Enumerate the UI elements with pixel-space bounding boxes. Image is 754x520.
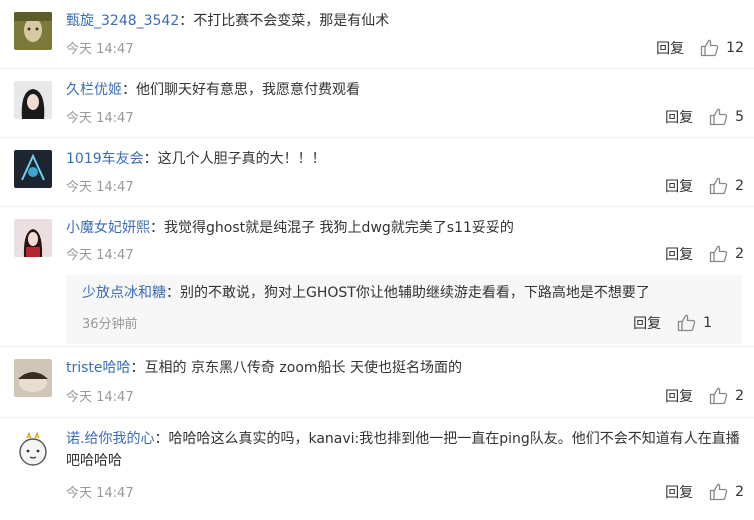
- comment-item: 1019车友会：这几个人胆子真的大！！！ 今天 14:47 回复 2: [0, 138, 754, 207]
- reply-button[interactable]: 回复: [665, 482, 693, 502]
- separator: ：: [130, 360, 145, 376]
- comment-actions: 回复 12: [656, 38, 744, 58]
- like-count: 12: [726, 40, 744, 56]
- separator: ：: [122, 82, 136, 98]
- timestamp: 今天 14:47: [66, 390, 134, 405]
- like-count: 2: [735, 246, 744, 262]
- username-link[interactable]: 久栏优姬: [66, 82, 122, 98]
- comment-actions: 回复 2: [665, 482, 744, 502]
- thumbs-up-icon: [700, 39, 720, 57]
- thumbs-up-icon: [709, 245, 729, 263]
- username-link[interactable]: triste哈哈: [66, 360, 131, 376]
- comment-item: 诺.给你我的心：哈哈哈这么真实的吗，kanavi:我也排到他一把一直在ping队…: [0, 418, 754, 520]
- sub-reply: 少放点冰和糖：别的不敢说，狗对上GHOST你让他辅助继续游走看看，下路高地是不想…: [66, 275, 742, 344]
- username-link[interactable]: 少放点冰和糖: [82, 285, 166, 301]
- separator: ：: [179, 13, 194, 29]
- comment-body: 诺.给你我的心：哈哈哈这么真实的吗，kanavi:我也排到他一把一直在ping队…: [66, 428, 742, 472]
- like-button[interactable]: 1: [677, 314, 712, 332]
- comment-item: 小魔女妃妍熙：我觉得ghost就是纯混子 我狗上dwg就完美了s11妥妥的 今天…: [0, 207, 754, 347]
- reply-button[interactable]: 回复: [633, 313, 661, 333]
- like-count: 1: [703, 315, 712, 331]
- like-count: 2: [735, 484, 744, 500]
- reply-button[interactable]: 回复: [665, 386, 693, 406]
- username-link[interactable]: 小魔女妃妍熙: [66, 220, 150, 236]
- comment-item: 久栏优姬：他们聊天好有意思，我愿意付费观看 今天 14:47 回复 5: [0, 69, 754, 138]
- like-button[interactable]: 5: [709, 108, 744, 126]
- comment-actions: 回复 5: [665, 107, 744, 127]
- comment-text: 哈哈哈这么真实的吗，kanavi:我也排到他一把一直在ping队友。他们不会不知…: [66, 431, 740, 469]
- separator: ：: [150, 220, 164, 236]
- reply-button[interactable]: 回复: [665, 244, 693, 264]
- reply-button[interactable]: 回复: [665, 107, 693, 127]
- comment-text: 他们聊天好有意思，我愿意付费观看: [136, 82, 360, 98]
- comment-text: 这几个人胆子真的大！！！: [157, 151, 326, 167]
- username-link[interactable]: 诺.给你我的心: [66, 431, 154, 447]
- timestamp: 今天 14:47: [66, 486, 134, 501]
- like-count: 2: [735, 178, 744, 194]
- comment-actions: 回复 2: [665, 176, 744, 196]
- timestamp: 今天 14:47: [66, 248, 134, 263]
- comment-body: 久栏优姬：他们聊天好有意思，我愿意付费观看: [66, 79, 742, 101]
- avatar[interactable]: [14, 12, 52, 50]
- avatar[interactable]: [14, 219, 52, 257]
- username-link[interactable]: 1019车友会: [66, 151, 144, 167]
- thumbs-up-icon: [709, 387, 729, 405]
- separator: ：: [154, 431, 169, 447]
- sub-reply-body: 少放点冰和糖：别的不敢说，狗对上GHOST你让他辅助继续游走看看，下路高地是不想…: [82, 282, 730, 304]
- timestamp: 36分钟前: [82, 317, 138, 332]
- like-button[interactable]: 2: [709, 387, 744, 405]
- thumbs-up-icon: [677, 314, 697, 332]
- timestamp: 今天 14:47: [66, 42, 134, 57]
- like-button[interactable]: 2: [709, 483, 744, 501]
- like-button[interactable]: 2: [709, 177, 744, 195]
- comment-text: 互相的 京东黑八传奇 zoom船长 天使也挺名场面的: [144, 360, 462, 376]
- reply-button[interactable]: 回复: [656, 38, 684, 58]
- avatar[interactable]: [14, 150, 52, 188]
- username-link[interactable]: 甄旋_3248_3542: [66, 13, 179, 29]
- separator: ：: [166, 285, 180, 301]
- thumbs-up-icon: [709, 177, 729, 195]
- comment-actions: 回复 2: [665, 386, 744, 406]
- timestamp: 今天 14:47: [66, 180, 134, 195]
- like-button[interactable]: 12: [700, 39, 744, 57]
- avatar[interactable]: [14, 81, 52, 119]
- thumbs-up-icon: [709, 483, 729, 501]
- like-count: 5: [735, 109, 744, 125]
- like-count: 2: [735, 388, 744, 404]
- sub-reply-text: 别的不敢说，狗对上GHOST你让他辅助继续游走看看，下路高地是不想要了: [180, 285, 650, 301]
- comment-item: triste哈哈：互相的 京东黑八传奇 zoom船长 天使也挺名场面的 今天 1…: [0, 347, 754, 418]
- comment-list: 甄旋_3248_3542：不打比赛不会变菜，那是有仙术 今天 14:47 回复 …: [0, 0, 754, 520]
- comment-body: 1019车友会：这几个人胆子真的大！！！: [66, 148, 742, 170]
- comment-body: triste哈哈：互相的 京东黑八传奇 zoom船长 天使也挺名场面的: [66, 357, 742, 379]
- comment-text: 不打比赛不会变菜，那是有仙术: [193, 13, 390, 29]
- comment-body: 甄旋_3248_3542：不打比赛不会变菜，那是有仙术: [66, 10, 742, 32]
- separator: ：: [143, 151, 158, 167]
- comment-item: 甄旋_3248_3542：不打比赛不会变菜，那是有仙术 今天 14:47 回复 …: [0, 0, 754, 69]
- comment-actions: 回复 2: [665, 244, 744, 264]
- comment-body: 小魔女妃妍熙：我觉得ghost就是纯混子 我狗上dwg就完美了s11妥妥的: [66, 217, 742, 239]
- timestamp: 今天 14:47: [66, 111, 134, 126]
- reply-button[interactable]: 回复: [665, 176, 693, 196]
- comment-text: 我觉得ghost就是纯混子 我狗上dwg就完美了s11妥妥的: [164, 220, 514, 236]
- like-button[interactable]: 2: [709, 245, 744, 263]
- sub-reply-actions: 回复 1: [633, 313, 712, 333]
- thumbs-up-icon: [709, 108, 729, 126]
- avatar[interactable]: [14, 359, 52, 397]
- avatar[interactable]: [14, 430, 52, 468]
